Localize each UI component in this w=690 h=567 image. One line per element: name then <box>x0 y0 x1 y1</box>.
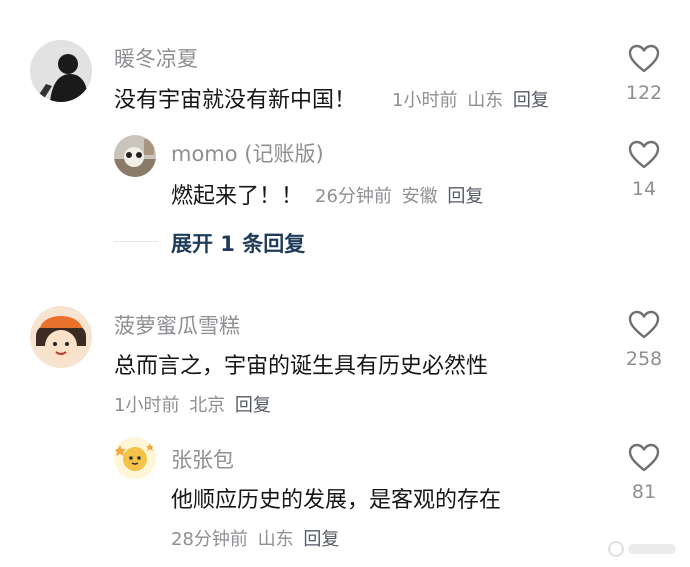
avatar-cartoon-icon <box>30 306 92 368</box>
avatar-photo-icon <box>114 135 156 177</box>
avatar-user-2[interactable] <box>30 306 92 368</box>
like-count: 258 <box>625 348 663 370</box>
heart-outline-icon[interactable] <box>628 44 660 74</box>
heart-outline-icon[interactable] <box>628 140 660 170</box>
like-count: 14 <box>631 178 657 200</box>
avatar-silhouette-icon <box>30 40 92 102</box>
reply-button[interactable]: 回复 <box>303 529 339 550</box>
reply-time: 26分钟前 <box>315 186 392 207</box>
reply-button[interactable]: 回复 <box>513 90 549 111</box>
reply-username[interactable]: momo (记账版) <box>171 138 324 168</box>
comment-location: 北京 <box>189 395 226 416</box>
expand-divider <box>114 241 158 242</box>
comment-username[interactable]: 暖冬凉夏 <box>114 43 198 73</box>
like-control[interactable]: 14 <box>614 140 674 200</box>
reply-time: 28分钟前 <box>171 529 248 550</box>
reply-button[interactable]: 回复 <box>447 186 483 207</box>
like-control[interactable]: 81 <box>614 443 674 503</box>
heart-outline-icon[interactable] <box>628 310 660 340</box>
avatar-reply-1[interactable] <box>114 135 156 177</box>
comment-username[interactable]: 菠萝蜜瓜雪糕 <box>114 310 240 340</box>
comment-text: 总而言之，宇宙的诞生具有历史必然性 <box>114 354 489 379</box>
reply-text: 燃起来了！！ <box>171 184 304 209</box>
reply-meta: 28分钟前 山东 回复 <box>171 525 343 551</box>
reply-location: 山东 <box>257 529 294 550</box>
avatar-reply-2[interactable] <box>114 437 156 479</box>
comment-meta: 1小时前 北京 回复 <box>114 391 275 417</box>
comment-location: 山东 <box>467 90 504 111</box>
expand-replies-button[interactable]: 展开 1 条回复 <box>171 228 305 258</box>
watermark-icon <box>608 541 676 557</box>
like-control[interactable]: 258 <box>614 310 674 370</box>
reply-location: 安徽 <box>401 186 438 207</box>
comment-text: 没有宇宙就没有新中国！ <box>114 88 357 113</box>
like-count: 81 <box>631 481 657 503</box>
like-control[interactable]: 122 <box>614 44 674 104</box>
comment-meta: 1小时前 山东 回复 <box>392 86 553 112</box>
heart-outline-icon[interactable] <box>628 443 660 473</box>
like-count: 122 <box>625 82 663 104</box>
comment-time: 1小时前 <box>114 395 180 416</box>
reply-button[interactable]: 回复 <box>235 395 271 416</box>
comment-time: 1小时前 <box>392 90 458 111</box>
avatar-sticker-icon <box>114 437 156 479</box>
avatar-user-1[interactable] <box>30 40 92 102</box>
watermark-logo <box>606 538 680 560</box>
reply-meta: 26分钟前 安徽 回复 <box>315 182 487 208</box>
reply-username[interactable]: 张张包 <box>171 444 234 474</box>
reply-text: 他顺应历史的发展，是客观的存在 <box>171 488 502 513</box>
